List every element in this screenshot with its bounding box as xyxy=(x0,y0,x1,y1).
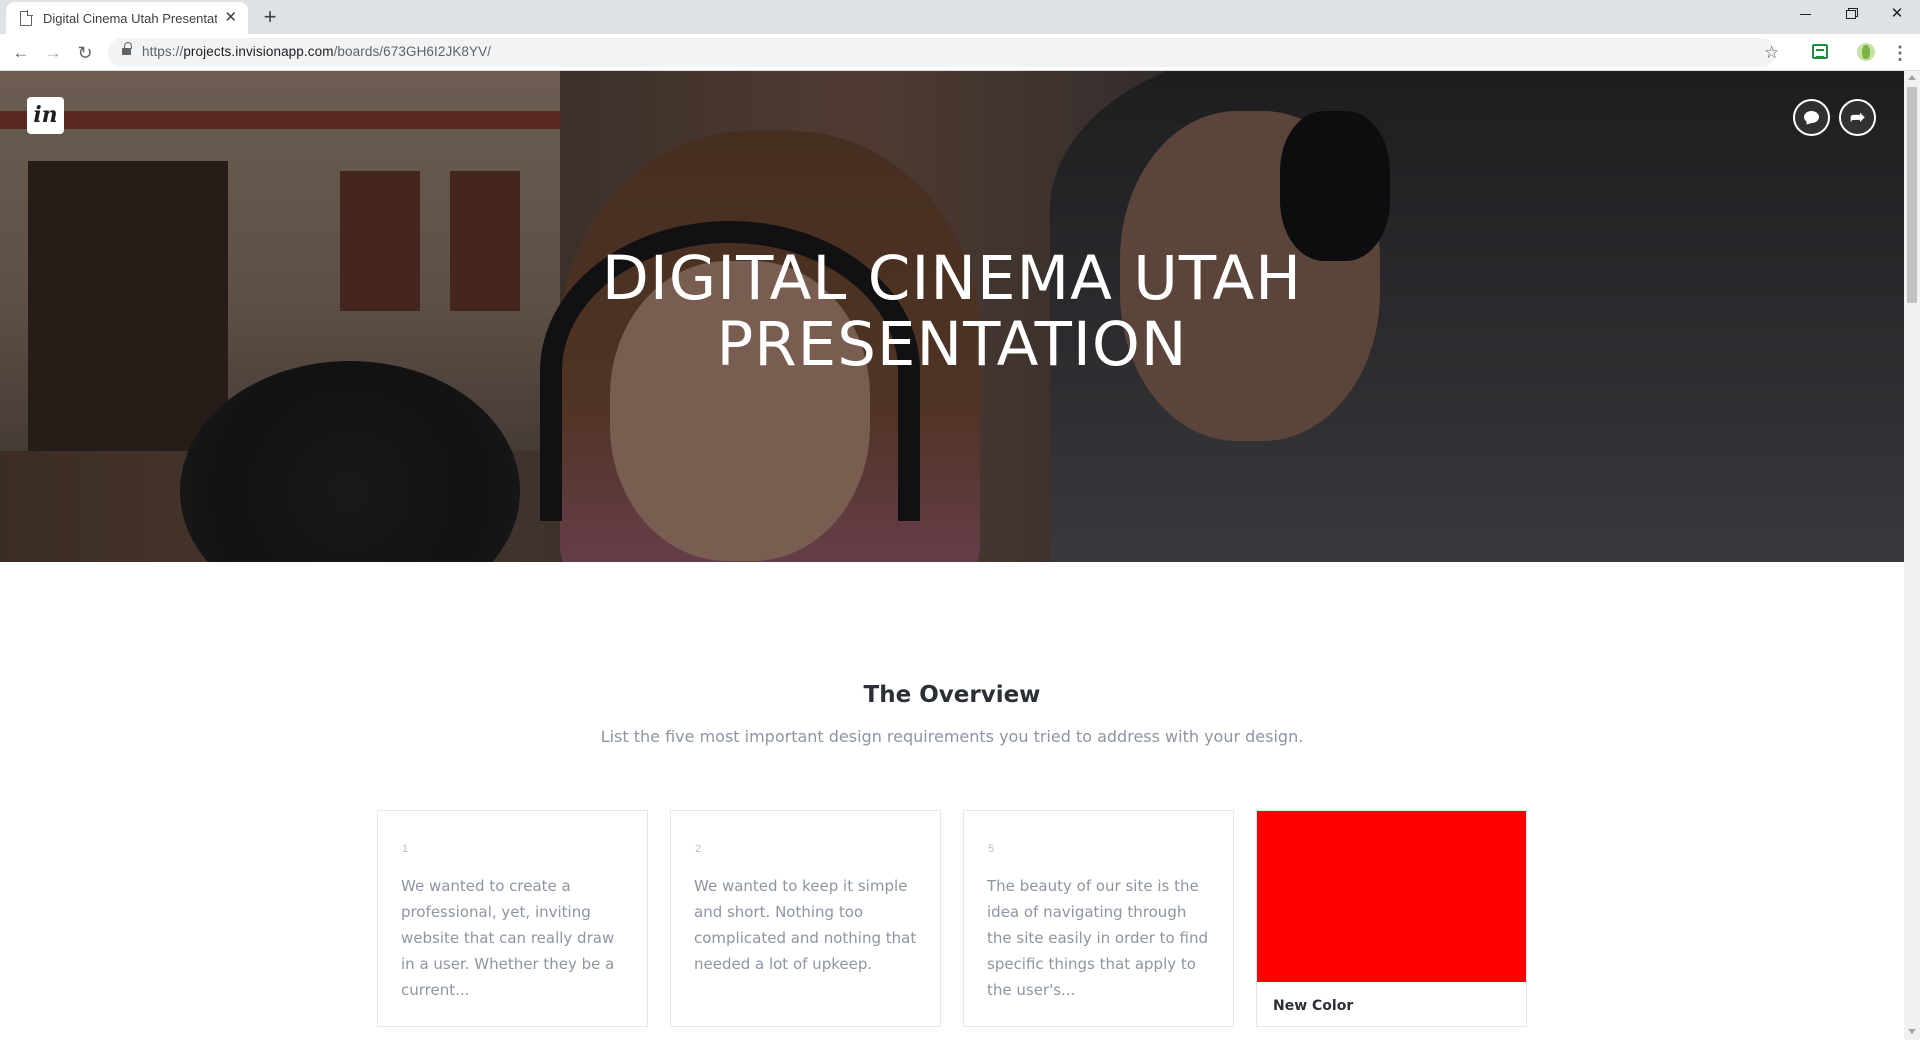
color-swatch-card[interactable]: New Color xyxy=(1256,810,1527,1027)
color-name: New Color xyxy=(1273,998,1354,1014)
card-number: 5 xyxy=(988,843,995,855)
card-number: 1 xyxy=(402,843,409,855)
scroll-up-arrow-icon[interactable] xyxy=(1908,75,1916,80)
share-button[interactable]: ➦ xyxy=(1839,99,1876,136)
extension-avatar-icon[interactable] xyxy=(1857,43,1875,61)
page-icon xyxy=(20,10,33,26)
comment-button[interactable] xyxy=(1793,99,1830,136)
board-title-line-1: DIGITAL CINEMA UTAH xyxy=(601,243,1303,314)
page-scrollbar[interactable] xyxy=(1904,71,1920,1040)
card-text: We wanted to create a professional, yet,… xyxy=(401,877,615,999)
board-title: DIGITAL CINEMA UTAH PRESENTATION xyxy=(452,246,1452,378)
scroll-down-arrow-icon[interactable] xyxy=(1908,1029,1916,1034)
window-close-button[interactable]: ✕ xyxy=(1874,0,1920,30)
address-bar[interactable]: https://projects.invisionapp.com/boards/… xyxy=(108,38,1776,67)
forward-arrow-icon[interactable]: → xyxy=(40,40,66,66)
minimize-button[interactable] xyxy=(1782,0,1828,30)
restore-icon xyxy=(1846,9,1856,19)
card-number: 2 xyxy=(695,843,702,855)
card-text: The beauty of our site is the idea of na… xyxy=(987,877,1208,999)
url-text[interactable]: https://projects.invisionapp.com/boards/… xyxy=(142,44,491,59)
board-title-line-2: PRESENTATION xyxy=(716,309,1188,380)
minimize-icon xyxy=(1799,13,1811,15)
requirement-card[interactable]: 2 We wanted to keep it simple and short.… xyxy=(670,810,941,1027)
tab-close-icon[interactable]: ✕ xyxy=(223,10,238,26)
lock-icon[interactable] xyxy=(122,42,132,57)
new-tab-button[interactable]: + xyxy=(258,5,282,29)
reload-icon[interactable]: ↻ xyxy=(72,40,98,66)
section-title: The Overview xyxy=(863,682,1041,708)
requirement-card[interactable]: 5 The beauty of our site is the idea of … xyxy=(963,810,1234,1027)
bookmark-star-icon[interactable]: ☆ xyxy=(1764,40,1779,66)
card-text: We wanted to keep it simple and short. N… xyxy=(694,877,917,973)
requirement-card[interactable]: 1 We wanted to create a professional, ye… xyxy=(377,810,648,1027)
page-viewport: in ➦ DIGITAL CINEMA UTAH PRESENTATION xyxy=(0,71,1904,1040)
section-subtitle: List the five most important design requ… xyxy=(600,727,1304,746)
invision-logo[interactable]: in xyxy=(27,97,64,134)
browser-tab-strip: Digital Cinema Utah Presentation ✕ + ✕ xyxy=(0,0,1920,34)
extension-icon[interactable] xyxy=(1812,44,1828,59)
browser-toolbar: ← → ↻ https://projects.invisionapp.com/b… xyxy=(0,34,1920,71)
scroll-thumb[interactable] xyxy=(1907,87,1917,303)
restore-button[interactable] xyxy=(1828,0,1874,30)
hero-banner: in ➦ DIGITAL CINEMA UTAH PRESENTATION xyxy=(0,71,1904,562)
back-arrow-icon[interactable]: ← xyxy=(8,40,34,66)
tab-title: Digital Cinema Utah Presentation xyxy=(43,10,218,26)
browser-menu-icon[interactable]: ⋮ xyxy=(1890,40,1910,66)
share-arrow-icon: ➦ xyxy=(1849,107,1866,127)
browser-tab[interactable]: Digital Cinema Utah Presentation ✕ xyxy=(6,2,248,34)
color-swatch xyxy=(1257,811,1526,982)
